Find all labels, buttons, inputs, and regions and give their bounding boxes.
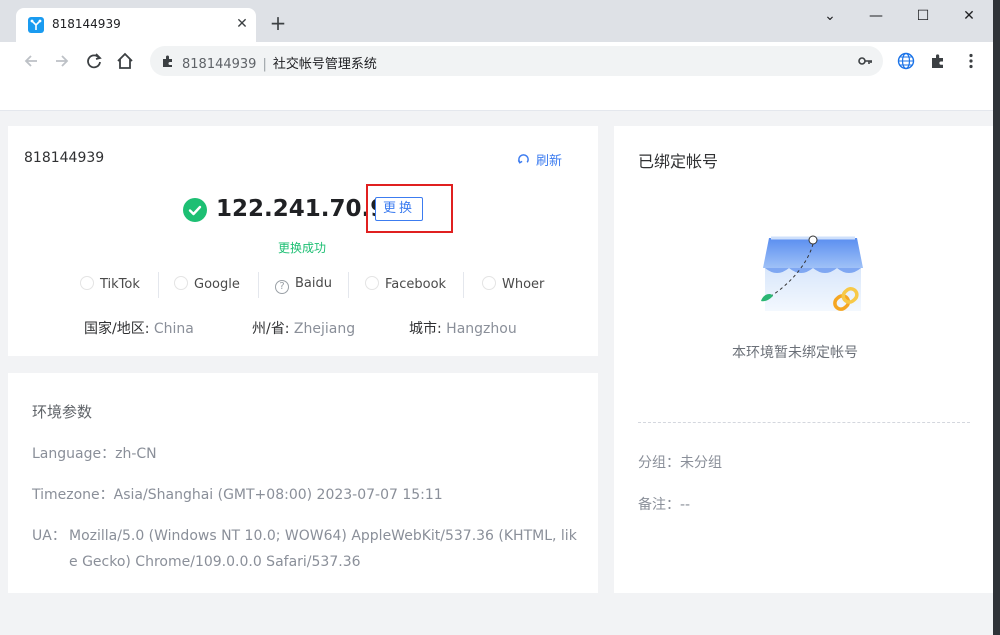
check-link-label: Whoer <box>502 277 545 292</box>
env-title: 环境参数 <box>32 403 93 421</box>
check-link-label: Baidu <box>295 276 332 291</box>
check-link-label: Facebook <box>385 277 447 292</box>
browser-toolbar: 818144939 | 社交帐号管理系统 <box>0 42 993 80</box>
close-window-button[interactable]: ✕ <box>957 6 981 26</box>
refresh-label: 刷新 <box>536 154 563 169</box>
tab-bar: 818144939 ✕ + ⌄ — ☐ ✕ <box>0 0 993 42</box>
globe-icon[interactable] <box>897 52 915 70</box>
check-link-baidu[interactable]: ? Baidu <box>275 276 332 300</box>
note-value: -- <box>680 497 691 513</box>
desktop-background <box>993 0 1000 635</box>
check-link-facebook[interactable]: Facebook <box>365 276 446 300</box>
browser-menu-icon[interactable] <box>962 52 980 70</box>
reload-icon[interactable] <box>83 50 105 72</box>
home-icon[interactable] <box>114 50 136 72</box>
env-timezone-label: Timezone： <box>32 487 114 503</box>
success-check-icon <box>183 198 207 222</box>
refresh-icon <box>516 153 530 169</box>
geo-city-value: Hangzhou <box>446 321 517 337</box>
note-label: 备注： <box>638 497 680 513</box>
circle-icon <box>174 276 188 290</box>
address-bar[interactable]: 818144939 | 社交帐号管理系统 <box>150 46 883 76</box>
app-favicon-icon <box>28 17 44 33</box>
bound-accounts-title: 已绑定帐号 <box>638 152 719 171</box>
env-ua: UA： Mozilla/5.0 (Windows NT 10.0; WOW64)… <box>32 523 582 575</box>
forward-arrow-icon[interactable] <box>51 50 73 72</box>
geo-city: 城市: Hangzhou <box>409 318 517 338</box>
env-language-label: Language： <box>32 446 116 462</box>
check-link-tiktok[interactable]: TikTok <box>80 276 140 300</box>
geo-province-value: Zhejiang <box>293 321 356 337</box>
browser-window: 818144939 ✕ + ⌄ — ☐ ✕ 818144939 | 社交帐号管理系统 <box>0 0 993 635</box>
url-text: 818144939 | 社交帐号管理系统 <box>182 53 377 72</box>
divider <box>258 272 259 298</box>
page-content: 818144939 刷新 122.241.70.98 更换 更换成功 TikTo… <box>0 111 993 635</box>
new-tab-button[interactable]: + <box>268 13 288 33</box>
refresh-button[interactable]: 刷新 <box>516 150 562 169</box>
env-timezone: Timezone：Asia/Shanghai (GMT+08:00) 2023-… <box>32 484 443 504</box>
empty-state-text: 本环境暂未绑定帐号 <box>732 345 858 361</box>
group-label: 分组： <box>638 455 680 471</box>
extension-page-icon[interactable] <box>160 53 176 69</box>
divider <box>348 272 349 298</box>
env-language: Language：zh-CN <box>32 443 157 463</box>
empty-state-illustration <box>747 226 867 326</box>
circle-icon <box>365 276 379 290</box>
note-info: 备注：-- <box>638 494 690 514</box>
tab-close-icon[interactable]: ✕ <box>233 15 251 33</box>
geo-province: 州/省: Zhejiang <box>252 318 355 338</box>
url-page-title: 社交帐号管理系统 <box>272 57 377 72</box>
env-timezone-value: Asia/Shanghai (GMT+08:00) 2023-07-07 15:… <box>113 487 443 503</box>
divider <box>158 272 159 298</box>
browser-tab[interactable]: 818144939 ✕ <box>16 8 256 42</box>
check-link-label: Google <box>194 277 240 292</box>
dashed-divider <box>638 422 970 423</box>
ip-card: 818144939 刷新 122.241.70.98 更换 更换成功 TikTo… <box>8 126 598 356</box>
group-value: 未分组 <box>680 455 722 471</box>
geo-country-value: China <box>153 321 194 337</box>
env-language-value: zh-CN <box>115 446 157 462</box>
bound-accounts-card: 已绑定帐号 本环境暂未绑定帐号 分组：未分组 备注：-- <box>614 126 993 593</box>
url-separator: | <box>262 57 267 72</box>
minimize-button[interactable]: — <box>864 6 888 26</box>
env-ua-label: UA： <box>32 528 66 544</box>
circle-icon <box>80 276 94 290</box>
geo-country-label: 国家/地区: <box>84 321 150 337</box>
highlight-box <box>366 184 453 233</box>
status-message: 更换成功 <box>278 241 327 255</box>
maximize-button[interactable]: ☐ <box>911 6 935 26</box>
back-arrow-icon[interactable] <box>20 50 42 72</box>
check-link-label: TikTok <box>100 277 140 292</box>
geo-province-label: 州/省: <box>252 321 290 337</box>
env-ua-value: Mozilla/5.0 (Windows NT 10.0; WOW64) App… <box>69 528 577 570</box>
page-header <box>0 80 993 111</box>
url-host: 818144939 <box>182 57 257 72</box>
divider <box>463 272 464 298</box>
environment-id: 818144939 <box>24 150 105 166</box>
geo-country: 国家/地区: China <box>84 318 194 338</box>
question-icon: ? <box>275 280 289 294</box>
key-icon[interactable] <box>857 53 873 69</box>
extensions-puzzle-icon[interactable] <box>929 52 947 70</box>
circle-icon <box>482 276 496 290</box>
geo-city-label: 城市: <box>409 321 442 337</box>
group-info: 分组：未分组 <box>638 452 722 472</box>
tab-title: 818144939 <box>52 17 121 31</box>
tab-search-button[interactable]: ⌄ <box>818 6 842 26</box>
check-link-google[interactable]: Google <box>174 276 240 300</box>
check-link-whoer[interactable]: Whoer <box>482 276 544 300</box>
environment-card: 环境参数 Language：zh-CN Timezone：Asia/Shangh… <box>8 373 598 593</box>
